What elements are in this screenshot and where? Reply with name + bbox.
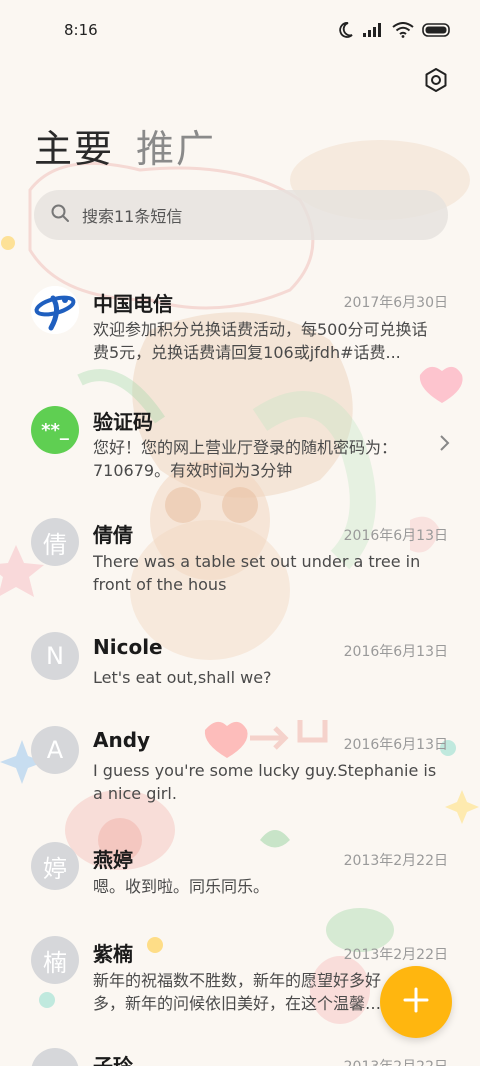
conversation-row[interactable]: 倩 倩倩 2016年6月13日 There was a table set ou… (0, 512, 480, 622)
conversation-date: 2016年6月13日 (343, 644, 448, 660)
tab-primary[interactable]: 主要 (34, 118, 114, 173)
conversation-date: 2016年6月13日 (343, 528, 448, 544)
conversation-preview: 您好！您的网上营业厅登录的随机密码为：710679。有效时间为3分钟 (93, 438, 398, 480)
battery-icon (422, 22, 452, 38)
conversation-date: 2013年2月22日 (344, 1056, 448, 1066)
conversation-name: 中国电信 (93, 292, 173, 316)
conversation-name: Nicole (93, 635, 163, 659)
contact-avatar: N (31, 632, 79, 680)
contact-avatar: A (31, 726, 79, 774)
conversation-name: 燕婷 (93, 848, 133, 872)
status-bar: 8:16 (0, 0, 480, 60)
settings-button[interactable] (420, 66, 452, 98)
conversation-date: 2013年2月22日 (343, 853, 448, 869)
tab-promotions[interactable]: 推广 (136, 118, 216, 173)
conversation-name: 验证码 (93, 410, 153, 434)
conversation-row[interactable]: 子玲 2013年2月22日 (0, 1048, 480, 1066)
plus-icon (401, 985, 431, 1019)
new-message-button[interactable] (380, 966, 452, 1038)
conversation-date: 2016年6月13日 (343, 737, 448, 753)
conversation-preview: There was a table set out under a tree i… (93, 552, 421, 594)
conversation-preview: 新年的祝福数不胜数，新年的愿望好多好多，新年的问候依旧美好，在这个温馨的时刻..… (93, 971, 382, 1013)
conversation-name: 子玲 (93, 1054, 133, 1066)
conversation-row-telecom[interactable]: 中国电信 2017年6月30日 欢迎参加积分兑换话费活动，每500分可兑换话费5… (0, 276, 480, 380)
settings-icon (423, 67, 449, 97)
search-placeholder: 搜索11条短信 (82, 207, 183, 226)
conversation-date: 2013年2月22日 (343, 947, 448, 963)
conversation-row[interactable]: N Nicole 2016年6月13日 Let's eat out,shall … (0, 628, 480, 718)
moon-icon (336, 21, 354, 39)
signal-icon (362, 22, 384, 38)
wifi-icon (392, 22, 414, 38)
conversation-date: 2017年6月30日 (343, 295, 448, 311)
contact-avatar: 婷 (31, 842, 79, 890)
conversation-preview: 欢迎参加积分兑换话费活动，每500分可兑换话费5元，兑换话费请回复106或jfd… (93, 320, 428, 362)
conversation-preview: 嗯。收到啦。同乐同乐。 (93, 877, 270, 896)
conversation-row[interactable]: A Andy 2016年6月13日 I guess you're some lu… (0, 722, 480, 826)
conversation-preview: I guess you're some lucky guy.Stephanie … (93, 761, 437, 803)
conversation-row-verification[interactable]: **_ 验证码 您好！您的网上营业厅登录的随机密码为：710679。有效时间为3… (0, 394, 480, 498)
verification-avatar: **_ (31, 406, 79, 454)
conversation-preview: Let's eat out,shall we? (93, 668, 272, 687)
telecom-logo-avatar (31, 286, 79, 334)
search-icon (50, 203, 70, 227)
conversation-name: Andy (93, 728, 151, 752)
conversation-row[interactable]: 婷 燕婷 2013年2月22日 嗯。收到啦。同乐同乐。 (0, 838, 480, 920)
status-time: 8:16 (64, 21, 98, 39)
conversation-name: 紫楠 (93, 942, 133, 966)
chevron-right-icon (438, 434, 450, 456)
contact-avatar (31, 1048, 79, 1066)
search-bar[interactable]: 搜索11条短信 (34, 190, 448, 240)
contact-avatar: 倩 (31, 518, 79, 566)
conversation-name: 倩倩 (93, 523, 133, 547)
contact-avatar: 楠 (31, 936, 79, 984)
tab-bar: 主要 推广 (34, 118, 216, 173)
